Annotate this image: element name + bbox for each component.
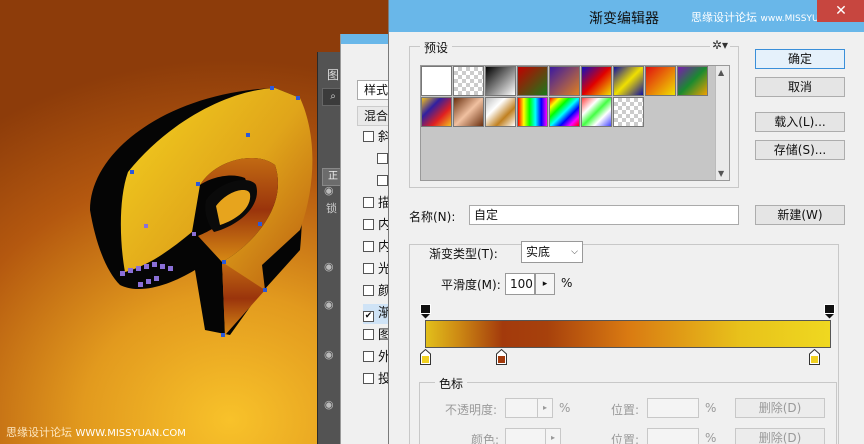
preset-swatch[interactable]	[517, 66, 548, 96]
preset-swatch[interactable]	[549, 97, 580, 127]
preset-swatch[interactable]	[517, 97, 548, 127]
close-button[interactable]: ✕	[817, 0, 864, 22]
checkbox[interactable]	[363, 351, 374, 362]
opacity-input: ▸	[505, 398, 553, 418]
new-button[interactable]: 新建(W)	[755, 205, 845, 225]
color-stop-right[interactable]	[809, 349, 820, 365]
preset-swatch[interactable]	[453, 97, 484, 127]
chevron-down-icon: ⌵	[571, 247, 578, 257]
delete-opacity-stop-button: 删除(D)	[735, 398, 825, 418]
checkbox[interactable]	[377, 175, 388, 186]
checkbox[interactable]	[363, 373, 374, 384]
lock-label: 锁	[326, 202, 337, 215]
presets-scrollbar[interactable]: ▲ ▼	[715, 66, 729, 180]
checkbox[interactable]	[363, 131, 374, 142]
3d-letter-artwork	[90, 86, 313, 337]
checkbox[interactable]	[363, 285, 374, 296]
gradient-type-value: 实底	[526, 245, 551, 259]
load-button[interactable]: 载入(L)...	[755, 112, 845, 132]
presets-grid: ▲ ▼	[420, 65, 730, 181]
checkbox[interactable]	[363, 197, 374, 208]
checkbox[interactable]	[377, 153, 388, 164]
eye-icon[interactable]: ◉	[324, 348, 334, 361]
checkbox[interactable]	[363, 241, 374, 252]
presets-label: 预设	[420, 39, 453, 56]
ok-button[interactable]: 确定	[755, 49, 845, 69]
opacity-label: 不透明度:	[445, 403, 498, 417]
layers-panel-title: 图	[327, 68, 340, 82]
checkbox[interactable]	[363, 219, 374, 230]
preset-swatch[interactable]	[613, 97, 644, 127]
checkbox[interactable]	[363, 263, 374, 274]
color-position-input	[647, 428, 699, 444]
gear-icon[interactable]: ✲▾	[709, 38, 730, 52]
name-input[interactable]: 自定	[469, 205, 739, 225]
color-stop-left[interactable]	[420, 349, 431, 365]
cancel-button[interactable]: 取消	[755, 77, 845, 97]
dialog-title: 渐变编辑器	[589, 11, 659, 27]
smoothness-slider-toggle[interactable]: ▸	[535, 273, 555, 295]
scroll-up-icon[interactable]: ▲	[718, 68, 724, 77]
preset-swatch[interactable]	[613, 66, 644, 96]
eye-icon[interactable]: ◉	[324, 184, 334, 197]
preset-swatch[interactable]	[485, 97, 516, 127]
opacity-position-input	[647, 398, 699, 418]
name-label: 名称(N):	[409, 210, 456, 224]
opacity-percent: %	[559, 401, 571, 415]
preset-swatch[interactable]	[581, 97, 612, 127]
color-position-percent: %	[705, 431, 717, 444]
gradient-editor-dialog: 渐变编辑器 思缘设计论坛 www.MISSYUAN.com ✕ 预设 ✲▾ ▲	[388, 0, 864, 444]
smoothness-input[interactable]: 100	[505, 273, 535, 295]
save-button[interactable]: 存储(S)...	[755, 140, 845, 160]
smoothness-label: 平滑度(M):	[441, 278, 501, 292]
preset-swatch[interactable]	[549, 66, 580, 96]
preset-swatch[interactable]	[421, 66, 452, 96]
gradient-type-select[interactable]: 实底 ⌵	[521, 241, 583, 263]
opacity-position-percent: %	[705, 401, 717, 415]
scroll-down-icon[interactable]: ▼	[718, 169, 724, 178]
color-swatch-input: ▸	[505, 428, 561, 444]
color-position-label: 位置:	[611, 433, 640, 444]
eye-icon[interactable]: ◉	[324, 260, 334, 273]
smoothness-unit: %	[561, 276, 573, 290]
delete-color-stop-button: 删除(D)	[735, 428, 825, 444]
color-label: 颜色:	[471, 433, 500, 444]
opacity-position-label: 位置:	[611, 403, 640, 417]
watermark-url: WWW.MISSYUAN.COM	[75, 428, 186, 439]
opacity-stop-right[interactable]	[824, 304, 835, 319]
checkbox[interactable]: ✔	[363, 311, 374, 322]
titlebar-watermark-cn: 思缘设计论坛	[691, 11, 757, 24]
eye-icon[interactable]: ◉	[324, 398, 334, 411]
preset-swatch[interactable]	[485, 66, 516, 96]
preset-swatch[interactable]	[581, 66, 612, 96]
watermark-cn: 思缘设计论坛	[6, 426, 72, 439]
preset-swatch[interactable]	[453, 66, 484, 96]
watermark-text: 思缘设计论坛 WWW.MISSYUAN.COM	[6, 424, 186, 440]
preset-swatch[interactable]	[421, 97, 452, 127]
presets-group: 预设 ✲▾ ▲ ▼	[409, 38, 739, 188]
preset-swatch[interactable]	[677, 66, 708, 96]
color-stops-label: 色标	[435, 375, 468, 392]
color-stop-middle[interactable]	[496, 349, 507, 365]
gradient-type-label: 渐变类型(T):	[425, 245, 502, 262]
opacity-stop-left[interactable]	[420, 304, 431, 319]
preset-swatch[interactable]	[645, 66, 676, 96]
gradient-preview-bar[interactable]	[425, 320, 831, 348]
eye-icon[interactable]: ◉	[324, 298, 334, 311]
checkbox[interactable]	[363, 329, 374, 340]
